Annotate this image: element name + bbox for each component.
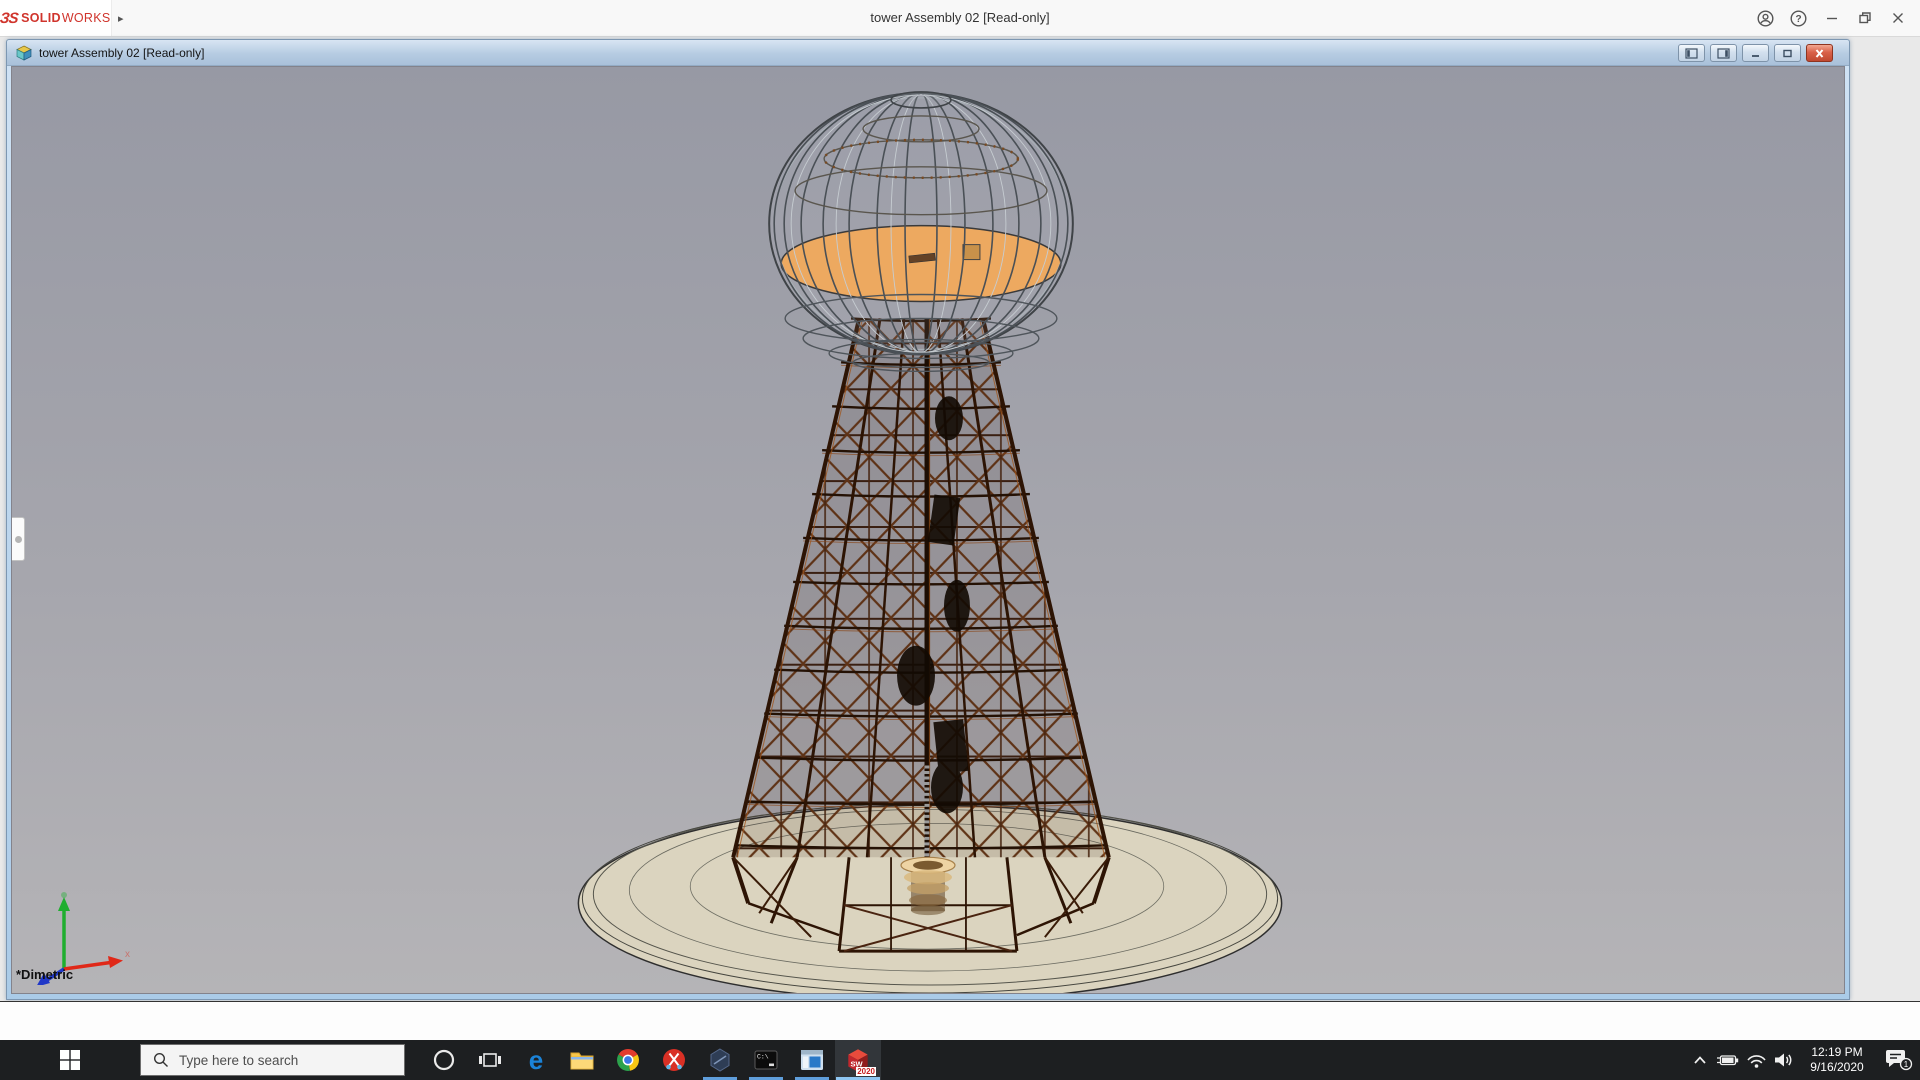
close-button[interactable] bbox=[1881, 0, 1914, 36]
action-center-icon[interactable]: 1 bbox=[1876, 1040, 1920, 1080]
x-arrowhead bbox=[108, 956, 123, 968]
taskbar: Type here to search e bbox=[0, 1040, 1920, 1080]
edge-icon[interactable]: e bbox=[513, 1040, 559, 1080]
status-strip bbox=[0, 1001, 1920, 1040]
help-icon[interactable]: ? bbox=[1782, 0, 1815, 36]
graphics-viewport[interactable]: x *Dimetric bbox=[11, 66, 1845, 994]
document-window-controls bbox=[1678, 44, 1833, 62]
y-arrowhead bbox=[58, 897, 70, 911]
hexagon-app-icon[interactable] bbox=[697, 1040, 743, 1080]
start-button[interactable] bbox=[0, 1040, 140, 1080]
tower-lattice bbox=[733, 318, 1109, 951]
svg-text:?: ? bbox=[1795, 14, 1801, 25]
terminal-icon[interactable]: C:\ bbox=[743, 1040, 789, 1080]
app-window-title: tower Assembly 02 [Read-only] bbox=[0, 0, 1920, 36]
notification-count: 1 bbox=[1904, 1060, 1909, 1069]
minimize-button[interactable] bbox=[1815, 0, 1848, 36]
document-title: tower Assembly 02 [Read-only] bbox=[39, 46, 204, 60]
solidworks-2020-icon[interactable]: SW 2020 bbox=[835, 1040, 881, 1080]
clock[interactable]: 12:19 PM 9/16/2020 bbox=[1798, 1045, 1876, 1075]
app-titlebar: ЗS SOLID WORKS ▸ tower Assembly 02 [Read… bbox=[0, 0, 1920, 37]
doc-restore-button[interactable] bbox=[1774, 44, 1801, 62]
search-input[interactable]: Type here to search bbox=[140, 1044, 405, 1076]
file-explorer-icon[interactable] bbox=[559, 1040, 605, 1080]
sw-year-badge: 2020 bbox=[856, 1067, 876, 1076]
pane-left-button[interactable] bbox=[1678, 44, 1705, 62]
scissors-app-icon[interactable] bbox=[651, 1040, 697, 1080]
taskbar-apps: e bbox=[405, 1040, 881, 1080]
screen: ЗS SOLID WORKS ▸ tower Assembly 02 [Read… bbox=[0, 0, 1920, 1080]
system-tray: 12:19 PM 9/16/2020 1 bbox=[1686, 1040, 1920, 1080]
search-icon bbox=[153, 1052, 169, 1068]
cortana-icon[interactable] bbox=[421, 1040, 467, 1080]
tower-model bbox=[12, 67, 1844, 993]
task-view-icon[interactable] bbox=[467, 1040, 513, 1080]
tray-date: 9/16/2020 bbox=[1798, 1060, 1876, 1075]
pane-right-button[interactable] bbox=[1710, 44, 1737, 62]
featuremanager-expand-tab[interactable] bbox=[12, 517, 25, 561]
expand-dot-icon bbox=[15, 536, 22, 543]
x-axis-label: x bbox=[125, 949, 130, 960]
svg-text:C:\: C:\ bbox=[757, 1054, 769, 1061]
app-window-controls: ? bbox=[1749, 0, 1914, 36]
document-titlebar[interactable]: tower Assembly 02 [Read-only] bbox=[7, 40, 1849, 66]
search-placeholder: Type here to search bbox=[179, 1053, 298, 1068]
doc-minimize-button[interactable] bbox=[1742, 44, 1769, 62]
volume-icon[interactable] bbox=[1770, 1040, 1798, 1080]
view-orientation-label: *Dimetric bbox=[16, 967, 73, 982]
tray-time: 12:19 PM bbox=[1798, 1045, 1876, 1060]
windows-logo-icon bbox=[59, 1049, 81, 1071]
doc-close-button[interactable] bbox=[1806, 44, 1833, 62]
battery-icon[interactable] bbox=[1714, 1040, 1742, 1080]
window-app-icon[interactable] bbox=[789, 1040, 835, 1080]
restore-button[interactable] bbox=[1848, 0, 1881, 36]
chrome-icon[interactable] bbox=[605, 1040, 651, 1080]
assembly-icon bbox=[15, 45, 33, 61]
dome bbox=[769, 92, 1073, 371]
tray-chevron-icon[interactable] bbox=[1686, 1040, 1714, 1080]
wifi-icon[interactable] bbox=[1742, 1040, 1770, 1080]
document-window: tower Assembly 02 [Read-only] bbox=[6, 39, 1850, 1000]
account-icon[interactable] bbox=[1749, 0, 1782, 36]
